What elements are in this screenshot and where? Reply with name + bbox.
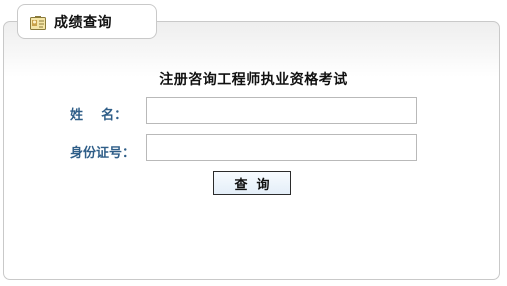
tab-score-query[interactable]: 成绩查询: [17, 4, 157, 39]
exam-title: 注册咨询工程师执业资格考试: [159, 72, 348, 88]
id-card-icon: [30, 15, 46, 30]
query-button[interactable]: 查 询: [213, 171, 291, 195]
id-number-input[interactable]: [146, 134, 417, 161]
name-label: 姓 名：: [70, 108, 128, 123]
id-number-label: 身份证号：: [70, 146, 136, 161]
name-input[interactable]: [146, 97, 417, 124]
tab-title: 成绩查询: [54, 14, 112, 31]
